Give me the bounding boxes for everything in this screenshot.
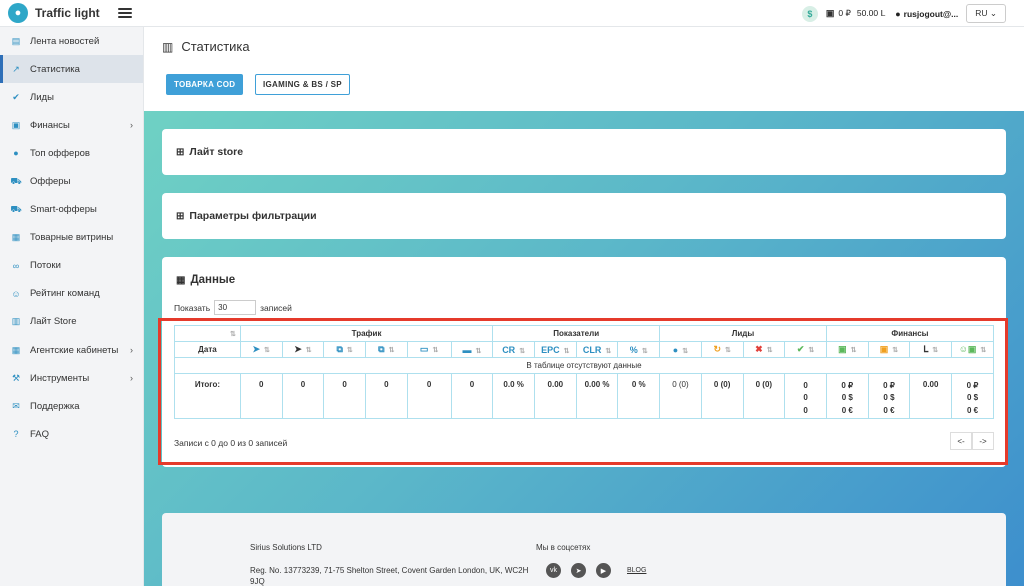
page-length-input[interactable]: 30 — [214, 300, 257, 315]
chevron-right-icon: › — [130, 120, 133, 131]
sidebar-item-statistics[interactable]: ↗ Статистика — [0, 55, 143, 84]
tab-igaming[interactable]: IGAMING & BS / SP — [255, 74, 350, 95]
sidebar: ▤ Лента новостей ↗ Статистика ✔ Лиды ▣ Финан… — [0, 27, 144, 586]
filters-title[interactable]: ⊞ Параметры фильтрации — [176, 210, 317, 222]
sidebar-item-team-rating[interactable]: ☺ Рейтинг команд — [0, 280, 143, 308]
footer-social-title: Мы в соцсетях — [536, 543, 591, 552]
chart-line-icon: ↗ — [12, 63, 20, 74]
cash-icon: ▣ — [825, 8, 835, 18]
film-icon: ▦ — [11, 232, 21, 243]
sidebar-item-top-offers[interactable]: ● Топ офферов — [0, 139, 143, 167]
telegram-icon[interactable]: ➤ — [571, 563, 586, 578]
store-icon: ▥ — [11, 316, 21, 327]
app-title: Traffic light — [35, 6, 100, 20]
sidebar-item-showcases[interactable]: ▦ Товарные витрины — [0, 224, 143, 252]
sidebar-item-tools[interactable]: ⚒ Инструменты › — [0, 364, 143, 392]
balance-rub: 0 ₽ — [838, 8, 851, 18]
link-icon: ∞ — [12, 260, 20, 271]
traffic-light-logo-icon: ● — [8, 3, 28, 23]
language-select[interactable]: RU ⌄ — [966, 4, 1006, 23]
sidebar-item-smart-offers[interactable]: ⛟ Smart-офферы — [0, 196, 143, 224]
chevron-right-icon: › — [130, 373, 133, 384]
lite-store-card[interactable]: ⊞ Лайт store — [162, 129, 1006, 175]
wrench-icon: ⚒ — [11, 372, 21, 383]
newspaper-icon: ▤ — [11, 35, 21, 46]
expand-icon: ⊞ — [176, 146, 185, 158]
sidebar-item-news[interactable]: ▤ Лента новостей — [0, 27, 143, 55]
top-right-panel: $ ▣ 0 ₽ 50.00 Ⅼ ● rusjogout@... RU ⌄ — [801, 4, 1006, 23]
grid-icon: ▦ — [11, 344, 21, 355]
bar-chart-icon: ▥ — [162, 39, 174, 54]
chevron-right-icon: › — [130, 345, 133, 356]
page-title: ▥ Статистика — [162, 39, 250, 54]
sidebar-item-offers[interactable]: ⛟ Офферы — [0, 167, 143, 195]
page-header: ▥ Статистика ТОВАРКА COD IGAMING & BS / S… — [144, 27, 1024, 111]
footer: Sirius Solutions LTD Reg. No. 13773239, … — [162, 513, 1006, 586]
youtube-icon[interactable]: ▶ — [596, 563, 611, 578]
sidebar-item-lite-store[interactable]: ▥ Лайт Store — [0, 308, 143, 336]
top-bar: ● Traffic light $ ▣ 0 ₽ 50.00 Ⅼ ● rusjog… — [0, 0, 1024, 27]
sidebar-item-faq[interactable]: ? FAQ — [0, 420, 143, 448]
support-icon: ✉ — [12, 400, 20, 411]
footer-company: Sirius Solutions LTD — [250, 543, 322, 552]
sidebar-item-streams[interactable]: ∞ Потоки — [0, 252, 143, 280]
lite-store-title[interactable]: ⊞ Лайт store — [176, 146, 243, 158]
balance-lira: 50.00 Ⅼ — [856, 8, 886, 18]
check-circle-icon: ✔ — [12, 91, 20, 102]
menu-toggle-icon[interactable] — [118, 8, 132, 18]
sidebar-item-support[interactable]: ✉ Поддержка — [0, 392, 143, 420]
money-icon: ▣ — [11, 119, 21, 130]
sidebar-item-finance[interactable]: ▣ Финансы › — [0, 111, 143, 139]
expand-icon: ⊞ — [176, 210, 185, 222]
data-title: ▦ Данные — [176, 274, 236, 286]
cart-icon: ⛟ — [10, 203, 22, 214]
sidebar-item-agency[interactable]: ▦ Агентские кабинеты › — [0, 336, 143, 364]
bomb-icon: ● — [13, 148, 19, 159]
users-icon: ☺ — [11, 288, 21, 299]
vk-icon[interactable]: vk — [546, 563, 561, 578]
sidebar-item-leads[interactable]: ✔ Лиды — [0, 83, 143, 111]
social-links: vk ➤ ▶ BLOG — [546, 563, 646, 578]
cart-icon: ⛟ — [10, 175, 22, 186]
table-icon: ▦ — [176, 274, 186, 286]
user-icon: ● — [895, 8, 901, 19]
blog-link[interactable]: BLOG — [627, 563, 646, 578]
wallet-icon[interactable]: $ — [801, 5, 818, 22]
highlight-frame — [158, 318, 1008, 465]
page-length-control: Показать 30 записей — [174, 300, 292, 315]
filters-card[interactable]: ⊞ Параметры фильтрации — [162, 193, 1006, 239]
tab-cod[interactable]: ТОВАРКА COD — [166, 74, 244, 95]
question-icon: ? — [13, 429, 19, 440]
user-email[interactable]: rusjogout@... — [904, 9, 959, 19]
footer-address: Reg. No. 13773239, 71-75 Shelton Street,… — [250, 566, 529, 586]
